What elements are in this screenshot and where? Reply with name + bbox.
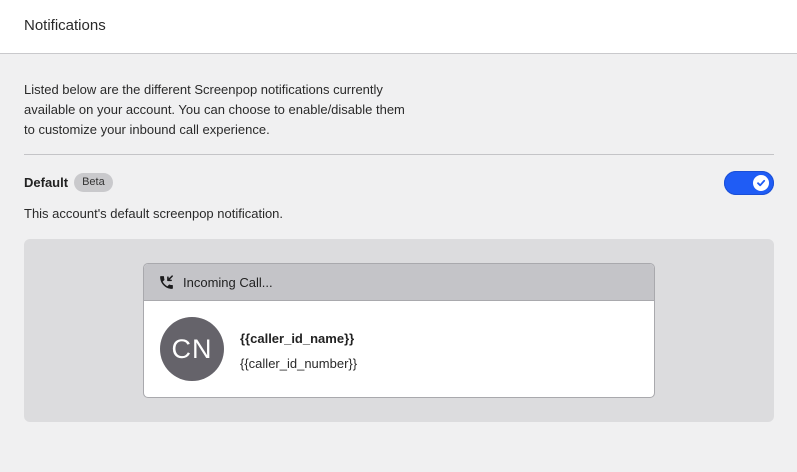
toggle-knob	[753, 175, 769, 191]
card-header: Incoming Call...	[144, 264, 654, 301]
incoming-call-icon	[160, 274, 173, 289]
intro-text: Listed below are the different Screenpop…	[24, 82, 405, 137]
notification-title-row: Default Beta	[24, 173, 113, 192]
page-title: Notifications	[24, 17, 106, 34]
beta-badge: Beta	[74, 173, 113, 192]
screenpop-preview-card: Incoming Call... CN {{caller_id_name}} {…	[143, 263, 655, 398]
incoming-call-label: Incoming Call...	[183, 274, 273, 290]
section-divider	[24, 154, 774, 155]
caller-number: {{caller_id_number}}	[240, 356, 358, 371]
checkmark-icon	[757, 179, 766, 187]
notification-name: Default	[24, 175, 69, 190]
caller-name: {{caller_id_name}}	[240, 331, 355, 346]
page-header: Notifications	[0, 0, 797, 54]
avatar: CN	[160, 317, 224, 381]
notification-description: This account's default screenpop notific…	[24, 206, 284, 221]
enable-toggle[interactable]	[724, 171, 774, 195]
